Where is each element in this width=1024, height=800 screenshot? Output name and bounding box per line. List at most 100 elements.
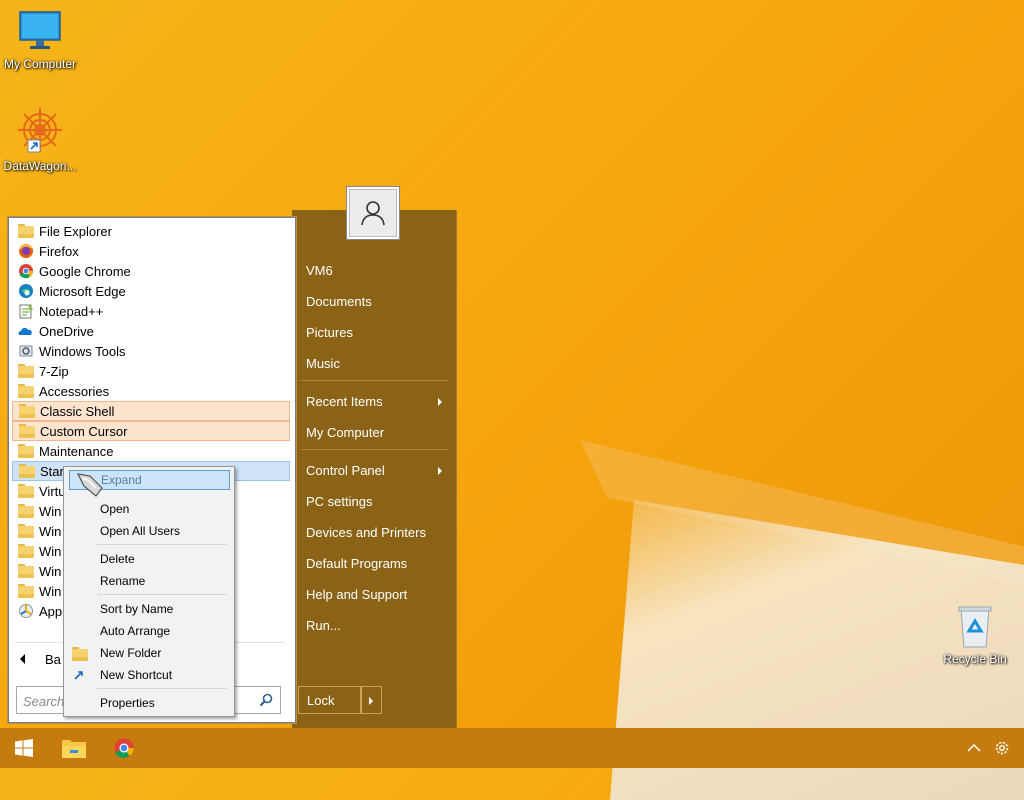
program-label: 7-Zip [39, 363, 69, 379]
folder-icon [18, 563, 34, 579]
program-item-google-chrome[interactable]: Google Chrome [12, 261, 290, 281]
program-item-classic-shell[interactable]: Classic Shell [12, 401, 290, 421]
start-right-devices-printers[interactable]: Devices and Printers [306, 525, 426, 540]
program-item-notepad[interactable]: Notepad++ [12, 301, 290, 321]
program-label: Virtu [39, 483, 66, 499]
user-icon [361, 201, 385, 226]
start-right-default-programs[interactable]: Default Programs [306, 556, 407, 571]
context-item-new-shortcut[interactable]: New Shortcut [100, 668, 172, 682]
onedrive-icon [18, 327, 32, 335]
start-button[interactable] [0, 728, 48, 768]
context-item-rename[interactable]: Rename [100, 574, 145, 588]
shortcut-arrow-icon [74, 671, 83, 680]
start-right-recent-items[interactable]: Recent Items [306, 394, 442, 409]
desktop-icon-label: DataWagon... [3, 159, 77, 173]
program-item-7zip[interactable]: 7-Zip [12, 361, 290, 381]
context-item-properties[interactable]: Properties [100, 696, 155, 710]
start-right-pictures[interactable]: Pictures [306, 325, 353, 340]
program-label: Google Chrome [39, 263, 131, 279]
taskbar-chrome[interactable] [100, 728, 148, 768]
folder-icon [18, 503, 34, 519]
folder-icon [18, 583, 34, 599]
start-right-pc-settings[interactable]: PC settings [306, 494, 372, 509]
back-arrow-icon [20, 654, 25, 664]
program-item-custom-cursor[interactable]: Custom Cursor [12, 421, 290, 441]
start-right-documents[interactable]: Documents [306, 294, 372, 309]
mouse-cursor-icon [76, 473, 103, 497]
tray-settings-button[interactable] [980, 728, 1024, 768]
start-right-music[interactable]: Music [306, 356, 340, 371]
start-right-label: Recent Items [306, 394, 383, 409]
context-item-auto-arrange[interactable]: Auto Arrange [100, 624, 170, 638]
windows-tools-icon [19, 345, 33, 357]
taskbar-shade [0, 728, 1024, 768]
start-right-label: Help and Support [306, 587, 408, 602]
program-label: OneDrive [39, 323, 94, 339]
context-item-delete[interactable]: Delete [100, 552, 135, 566]
context-item-sort-by-name[interactable]: Sort by Name [100, 602, 173, 616]
context-separator [97, 594, 227, 595]
start-right-label: Run... [306, 618, 341, 633]
program-label: File Explorer [39, 223, 112, 239]
lock-button[interactable]: Lock [298, 686, 362, 714]
program-label: Notepad++ [39, 303, 104, 319]
folder-icon [19, 403, 35, 419]
chrome-icon [19, 264, 33, 279]
start-right-help-support[interactable]: Help and Support [306, 587, 407, 602]
file-explorer-icon [18, 223, 34, 239]
back-label: Ba [45, 651, 61, 667]
start-right-label: PC settings [306, 494, 373, 509]
recycle-bin-icon [958, 606, 992, 648]
context-separator [97, 544, 227, 545]
start-right-label: Default Programs [306, 556, 408, 571]
desktop-icon-my-computer[interactable]: My Computer [0, 10, 80, 71]
program-item-file-explorer[interactable]: File Explorer [12, 221, 290, 241]
folder-icon [18, 443, 34, 459]
context-item-label: Expand [101, 473, 142, 487]
start-right-separator [300, 449, 448, 450]
program-item-firefox[interactable]: Firefox [12, 241, 290, 261]
program-item-microsoft-edge[interactable]: Microsoft Edge [12, 281, 290, 301]
context-item-open[interactable]: Open [100, 502, 129, 516]
taskbar-file-explorer[interactable] [50, 728, 98, 768]
context-menu: Expand Open Open All Users Delete Rename… [63, 466, 235, 717]
new-folder-icon [72, 646, 88, 662]
search-icon[interactable] [259, 693, 273, 707]
program-item-maintenance[interactable]: Maintenance [12, 441, 290, 461]
program-label: Win [39, 543, 62, 559]
program-item-accessories[interactable]: Accessories [12, 381, 290, 401]
start-right-label: Control Panel [306, 463, 385, 478]
taskbar [0, 728, 1024, 768]
start-right-my-computer[interactable]: My Computer [306, 425, 384, 440]
desktop-icon-datawagon[interactable]: DataWagon... [0, 106, 80, 173]
lock-label: Lock [307, 692, 335, 708]
chevron-up-icon [967, 743, 981, 752]
gear-icon [995, 741, 1009, 755]
start-right-control-panel[interactable]: Control Panel [306, 463, 442, 478]
desktop-icon-recycle-bin[interactable]: Recycle Bin [935, 605, 1015, 666]
start-right-user[interactable]: VM6 [306, 263, 333, 278]
shutdown-options-button[interactable] [360, 686, 382, 714]
file-explorer-icon [62, 740, 86, 758]
program-label: Win [39, 523, 62, 539]
program-label: Star [40, 463, 64, 479]
program-item-windows-tools[interactable]: Windows Tools [12, 341, 290, 361]
notepad-icon [19, 304, 33, 319]
program-label: App [39, 603, 63, 619]
start-right-label: Music [306, 356, 340, 371]
user-picture[interactable] [346, 186, 400, 240]
context-item-open-all-users[interactable]: Open All Users [100, 524, 180, 538]
program-label: Custom Cursor [40, 423, 128, 439]
program-label: Firefox [39, 243, 79, 259]
start-right-label: Documents [306, 294, 372, 309]
folder-icon [19, 463, 35, 479]
program-label: Classic Shell [40, 403, 115, 419]
desktop-icon-label: My Computer [3, 57, 77, 71]
start-right-run[interactable]: Run... [306, 618, 341, 633]
context-item-new-folder[interactable]: New Folder [100, 646, 161, 660]
program-item-onedrive[interactable]: OneDrive [12, 321, 290, 341]
edge-icon [19, 284, 33, 298]
submenu-arrow-icon [438, 398, 442, 406]
apps-icon [19, 604, 33, 618]
program-label: Win [39, 503, 62, 519]
